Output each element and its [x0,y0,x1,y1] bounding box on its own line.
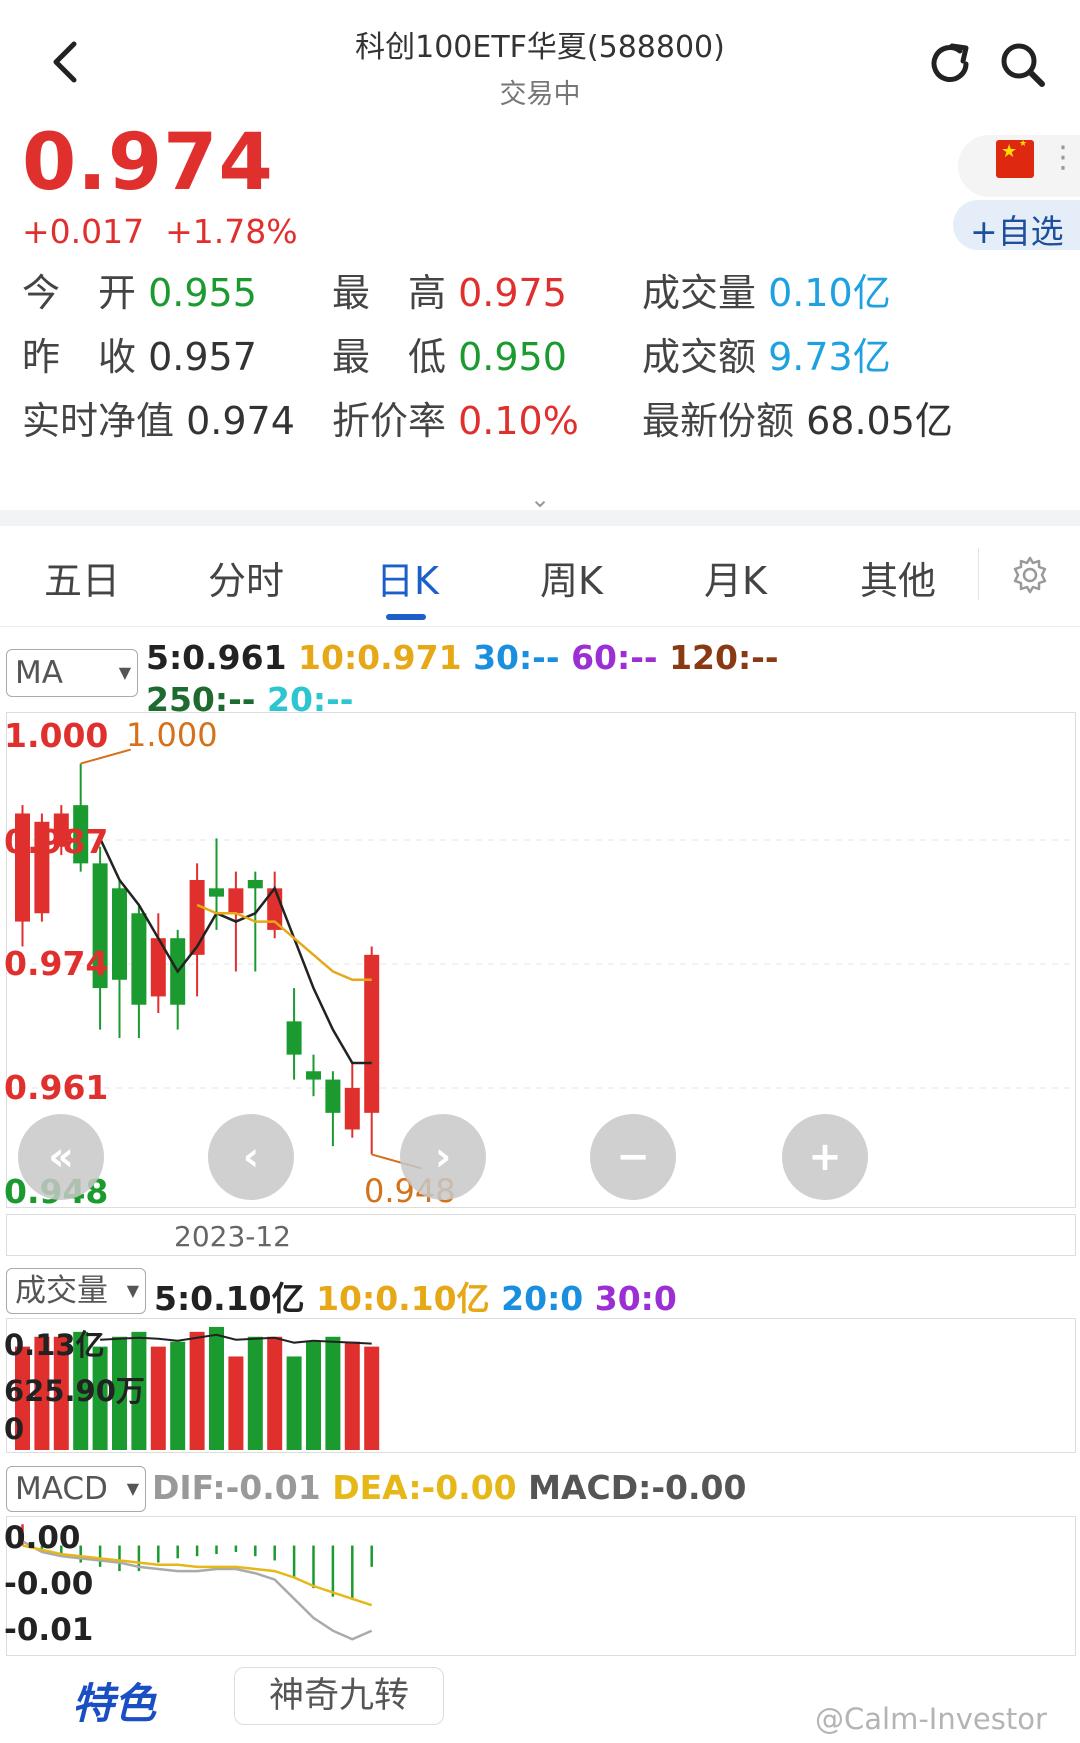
dropdown-arrow-icon: ▼ [126,1281,139,1300]
macd-value: MACD:-0.00 [528,1468,747,1507]
macd-y-label-2: -0.00 [4,1566,94,1602]
scroll-start-button[interactable]: « [18,1114,104,1200]
scroll-left-button[interactable]: ‹ [208,1114,294,1200]
zoom-in-button[interactable]: + [782,1114,868,1200]
candle-body [247,880,263,889]
vol-y-label-2: 625.90万 [4,1374,145,1408]
vol-ma5-value: 5:0.10亿 [154,1279,305,1318]
macd-chart-area[interactable] [6,1516,1076,1656]
vol-ma30-value: 30:0 [594,1279,677,1318]
candle-body [209,888,224,897]
zoom-out-button[interactable]: − [590,1114,676,1200]
high-marker-label: 1.000 [126,716,218,754]
macd-y-label-1: 0.00 [4,1520,81,1556]
volume-selector[interactable]: 成交量 ▼ [6,1268,146,1314]
y-label-4: 0.961 [4,1068,109,1107]
date-axis [6,1214,1076,1256]
macd-selector-label: MACD [15,1471,108,1507]
special-features-label[interactable]: 特色 [72,1670,156,1731]
chevron-right-icon: › [434,1134,452,1180]
volume-ma-values: 5:0.10亿 10:0.10亿 20:0 30:0 [154,1272,677,1320]
candle-body [228,888,244,914]
vol-y-label-3: 0 [4,1412,25,1446]
chevron-left-icon: ‹ [242,1134,260,1180]
watermark: @Calm-Investor [815,1702,1047,1736]
y-label-3: 0.974 [4,944,109,983]
plus-icon: + [808,1134,842,1180]
volume-chart-area[interactable] [6,1318,1076,1453]
double-chevron-left-icon: « [48,1134,74,1180]
vol-ma10-value: 10:0.10亿 [316,1279,490,1318]
y-label-2: 0.987 [4,822,109,861]
vol-y-label-1: 0.13亿 [4,1328,105,1362]
candle-body [306,1071,321,1080]
dif-value: DIF:-0.01 [152,1468,321,1507]
candle-body [112,888,127,980]
candle-body [344,1087,360,1130]
date-axis-label: 2023-12 [174,1220,291,1253]
magic-nine-button[interactable]: 神奇九转 [234,1667,444,1725]
macd-y-label-3: -0.01 [4,1612,94,1648]
scroll-right-button[interactable]: › [400,1114,486,1200]
candle-body [325,1079,341,1113]
dropdown-arrow-icon: ▼ [126,1479,139,1498]
minus-icon: − [616,1134,650,1180]
volume-selector-label: 成交量 [15,1273,108,1309]
macd-values: DIF:-0.01 DEA:-0.00 MACD:-0.00 [152,1468,746,1507]
vol-ma20-value: 20:0 [501,1279,584,1318]
y-label-1: 1.000 [4,716,109,755]
macd-selector[interactable]: MACD ▼ [6,1466,146,1512]
candle-body [189,880,205,955]
dea-value: DEA:-0.00 [332,1468,517,1507]
candle-body [286,1021,302,1055]
candle-body [131,913,147,1005]
